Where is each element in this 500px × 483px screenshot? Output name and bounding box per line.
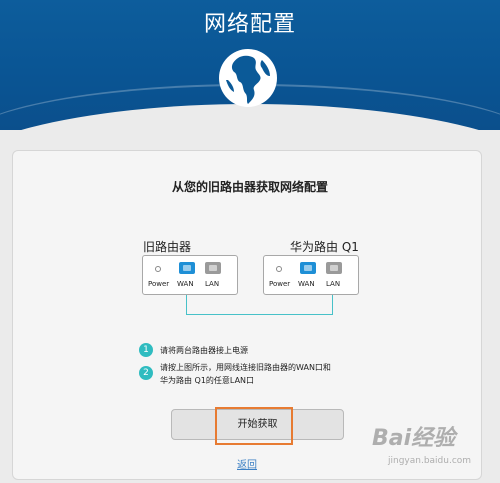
wan-label: WAN [298,280,315,288]
power-indicator-icon [155,266,161,272]
network-cable [186,295,333,315]
baidu-watermark: Bai经验 jingyan.baidu.com [372,420,496,480]
page-title: 网络配置 [203,12,296,37]
back-link[interactable]: 返回 [237,456,257,471]
step-2-text-line1: 请按上图所示，用网线连接旧路由器的WAN口和 [160,363,331,372]
wan-port-icon [300,262,316,274]
step-2-text-line2: 华为路由 Q1的任意LAN口 [160,376,255,385]
step-1-badge: 1 [139,343,153,357]
power-label: Power [269,280,291,288]
new-router-diagram: Power WAN LAN [263,255,359,295]
lan-port-icon [326,262,342,274]
wan-port-icon [179,262,195,274]
step-1-text: 请将两台路由器接上电源 [160,346,248,355]
highlight-box [215,407,293,445]
wan-label: WAN [177,280,194,288]
lan-label: LAN [205,280,220,288]
old-router-label: 旧路由器 [143,240,192,254]
lan-port-icon [205,262,221,274]
lan-label: LAN [326,280,341,288]
watermark-url: jingyan.baidu.com [388,456,472,466]
section-title: 从您的旧路由器获取网络配置 [171,180,328,194]
step-2-badge: 2 [139,366,153,380]
watermark-logo: Bai经验 [372,426,456,451]
power-indicator-icon [276,266,282,272]
globe-icon [219,49,277,107]
power-label: Power [148,280,170,288]
new-router-label: 华为路由 Q1 [290,240,359,254]
header-banner: 网络配置 [0,0,500,130]
old-router-diagram: Power WAN LAN [142,255,238,295]
